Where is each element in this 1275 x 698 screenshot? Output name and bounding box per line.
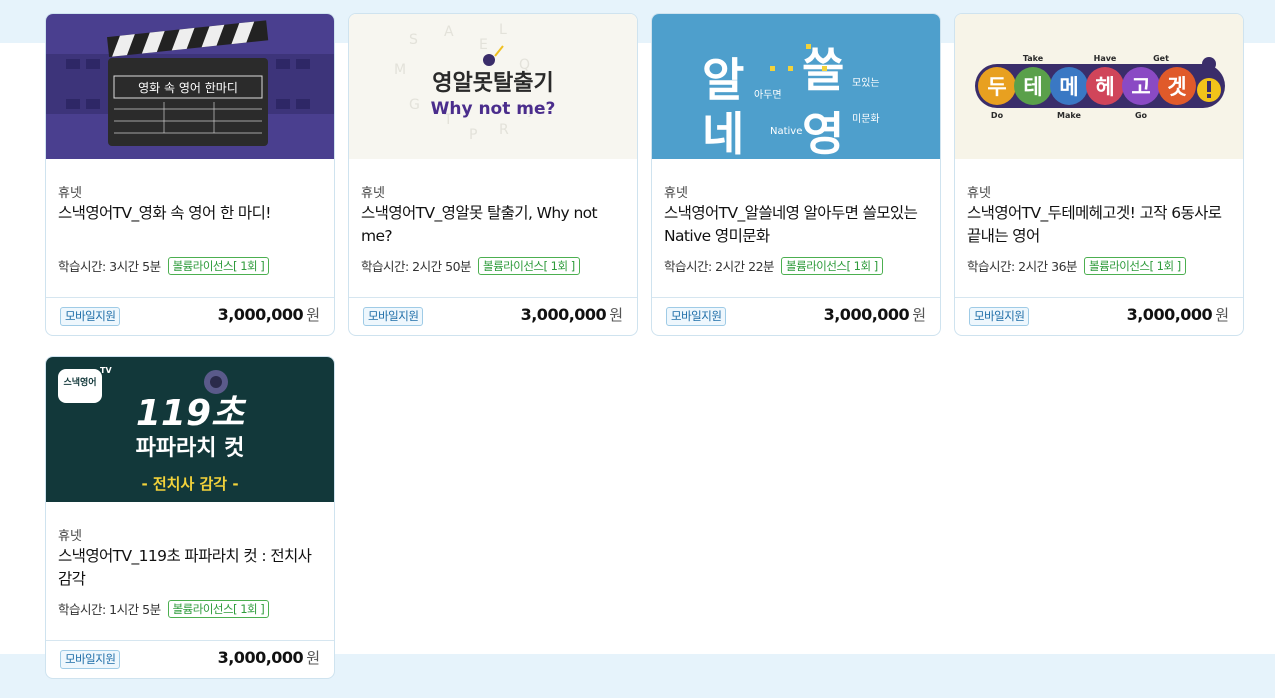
study-time: 학습시간: 1시간 5분 (58, 602, 161, 617)
mobile-badge: 모바일지원 (969, 307, 1030, 326)
study-time: 학습시간: 2시간 50분 (361, 259, 472, 274)
license-badge: 볼륨라이선스[ 1회 ] (781, 256, 883, 275)
price: 3,000,000 원 (218, 647, 320, 668)
price: 3,000,000 원 (521, 304, 623, 325)
study-time: 학습시간: 2시간 36분 (967, 259, 1078, 274)
study-time: 학습시간: 3시간 5분 (58, 259, 161, 274)
card-divider (46, 297, 334, 298)
thumbnail-char: 겟 (1167, 75, 1186, 99)
thumbnail-word: Get (1153, 54, 1169, 63)
svg-text:M: M (394, 62, 406, 78)
product-thumbnail[interactable]: 영화 속 영어 한마디 (46, 14, 334, 159)
svg-text:P: P (469, 127, 477, 143)
price-currency: 원 (306, 649, 320, 667)
product-title[interactable]: 스낵영어TV_알쓸네영 알아두면 쓸모있는 Native 영미문화 (664, 202, 930, 248)
product-title[interactable]: 스낵영어TV_영화 속 영어 한 마디! (58, 202, 324, 225)
provider-name: 휴넷 (361, 186, 385, 201)
thumbnail-logo: 스낵영어 (63, 376, 96, 388)
thumbnail-tv: TV (100, 366, 112, 375)
price-currency: 원 (1215, 306, 1229, 324)
provider-name: 휴넷 (58, 529, 82, 544)
thumbnail-char: 고 (1131, 75, 1150, 99)
study-info: 학습시간: 2시간 36분 볼륨라이선스[ 1회 ] (967, 256, 1186, 275)
price: 3,000,000 원 (218, 304, 320, 325)
thumbnail-subtitle: 파파라치 컷 (136, 436, 245, 461)
price-value: 3,000,000 (520, 305, 607, 324)
mobile-badge: 모바일지원 (60, 650, 121, 669)
license-badge: 볼륨라이선스[ 1회 ] (167, 599, 270, 618)
price-currency: 원 (306, 306, 320, 324)
price-currency: 원 (609, 306, 623, 324)
thumbnail-char: 네 (702, 107, 744, 159)
product-title[interactable]: 스낵영어TV_두테메헤고겟! 고작 6동사로 끝내는 영어 (967, 202, 1233, 248)
thumbnail-title: 119초 (136, 393, 247, 434)
price: 3,000,000 원 (1127, 304, 1229, 325)
study-info: 학습시간: 2시간 50분 볼륨라이선스[ 1회 ] (361, 256, 580, 275)
thumbnail-caption: - 전치사 감각 - (141, 475, 238, 493)
price-value: 3,000,000 (823, 305, 910, 324)
product-card[interactable]: 스낵영어 TV 119초 파파라치 컷 - 전치사 감각 - 휴넷 스낵영어TV… (45, 356, 335, 679)
provider-name: 휴넷 (967, 186, 991, 201)
study-time: 학습시간: 2시간 22분 (664, 259, 775, 274)
thumbnail-title: 영화 속 영어 한마디 (138, 81, 238, 95)
thumbnail-char: 헤 (1095, 75, 1114, 99)
license-badge: 볼륨라이선스[ 1회 ] (167, 256, 270, 275)
card-divider (652, 297, 940, 298)
svg-text:G: G (409, 97, 420, 113)
thumbnail-word: Go (1135, 111, 1148, 120)
price-currency: 원 (912, 306, 926, 324)
thumbnail-word: 모있는 (852, 77, 880, 89)
study-info: 학습시간: 2시간 22분 볼륨라이선스[ 1회 ] (664, 256, 883, 275)
provider-name: 휴넷 (664, 186, 688, 201)
thumbnail-char: 메 (1059, 75, 1078, 99)
product-card[interactable]: SAEL MQGT RJP 영알못탈출기 Why not me? 휴넷 스낵영어… (348, 13, 638, 336)
thumbnail-word: Native (770, 126, 802, 137)
card-divider (955, 297, 1243, 298)
svg-text:S: S (409, 32, 418, 48)
card-divider (46, 640, 334, 641)
provider-name: 휴넷 (58, 186, 82, 201)
product-thumbnail[interactable]: 두 테 메 헤 고 겟 Take Have Get Do Make Go (955, 14, 1243, 159)
svg-text:L: L (499, 22, 507, 38)
product-card[interactable]: 알 쓸 네 영 아두면 모있는 Native 미문화 휴넷 스낵영어TV_알쓸네… (651, 13, 941, 336)
thumbnail-char: 테 (1023, 75, 1042, 99)
card-divider (349, 297, 637, 298)
product-title[interactable]: 스낵영어TV_영알못 탈출기, Why not me? (361, 202, 627, 248)
thumbnail-word: 미문화 (852, 113, 880, 125)
mobile-badge: 모바일지원 (666, 307, 727, 326)
price-value: 3,000,000 (217, 305, 304, 324)
product-thumbnail[interactable]: SAEL MQGT RJP 영알못탈출기 Why not me? (349, 14, 637, 159)
thumbnail-word: Have (1094, 54, 1117, 63)
mobile-badge: 모바일지원 (60, 307, 121, 326)
product-card[interactable]: 두 테 메 헤 고 겟 Take Have Get Do Make Go 휴넷 … (954, 13, 1244, 336)
thumbnail-word: Do (991, 111, 1004, 120)
price-value: 3,000,000 (1126, 305, 1213, 324)
license-badge: 볼륨라이선스[ 1회 ] (1084, 256, 1186, 275)
price: 3,000,000 원 (824, 304, 926, 325)
license-badge: 볼륨라이선스[ 1회 ] (478, 256, 580, 275)
svg-text:E: E (479, 37, 488, 53)
svg-text:R: R (499, 122, 509, 138)
price-value: 3,000,000 (217, 648, 304, 667)
product-thumbnail[interactable]: 스낵영어 TV 119초 파파라치 컷 - 전치사 감각 - (46, 357, 334, 502)
study-info: 학습시간: 3시간 5분 볼륨라이선스[ 1회 ] (58, 256, 270, 275)
product-thumbnail[interactable]: 알 쓸 네 영 아두면 모있는 Native 미문화 (652, 14, 940, 159)
thumbnail-char: 두 (987, 75, 1006, 99)
thumbnail-word: 아두면 (754, 89, 782, 101)
product-title[interactable]: 스낵영어TV_119초 파파라치 컷 : 전치사 감각 (58, 545, 324, 591)
mobile-badge: 모바일지원 (363, 307, 424, 326)
svg-text:A: A (444, 24, 454, 40)
thumbnail-word: Make (1057, 111, 1081, 120)
thumbnail-title: 영알못탈출기 (432, 71, 553, 96)
thumbnail-char: 영 (802, 107, 844, 159)
thumbnail-char: 알 (702, 53, 744, 107)
thumbnail-word: Take (1023, 54, 1044, 63)
study-info: 학습시간: 1시간 5분 볼륨라이선스[ 1회 ] (58, 599, 270, 618)
thumbnail-subtitle: Why not me? (431, 99, 556, 119)
product-card[interactable]: 영화 속 영어 한마디 휴넷 스낵영어TV_영화 속 영어 한 마디! 학습시간… (45, 13, 335, 336)
